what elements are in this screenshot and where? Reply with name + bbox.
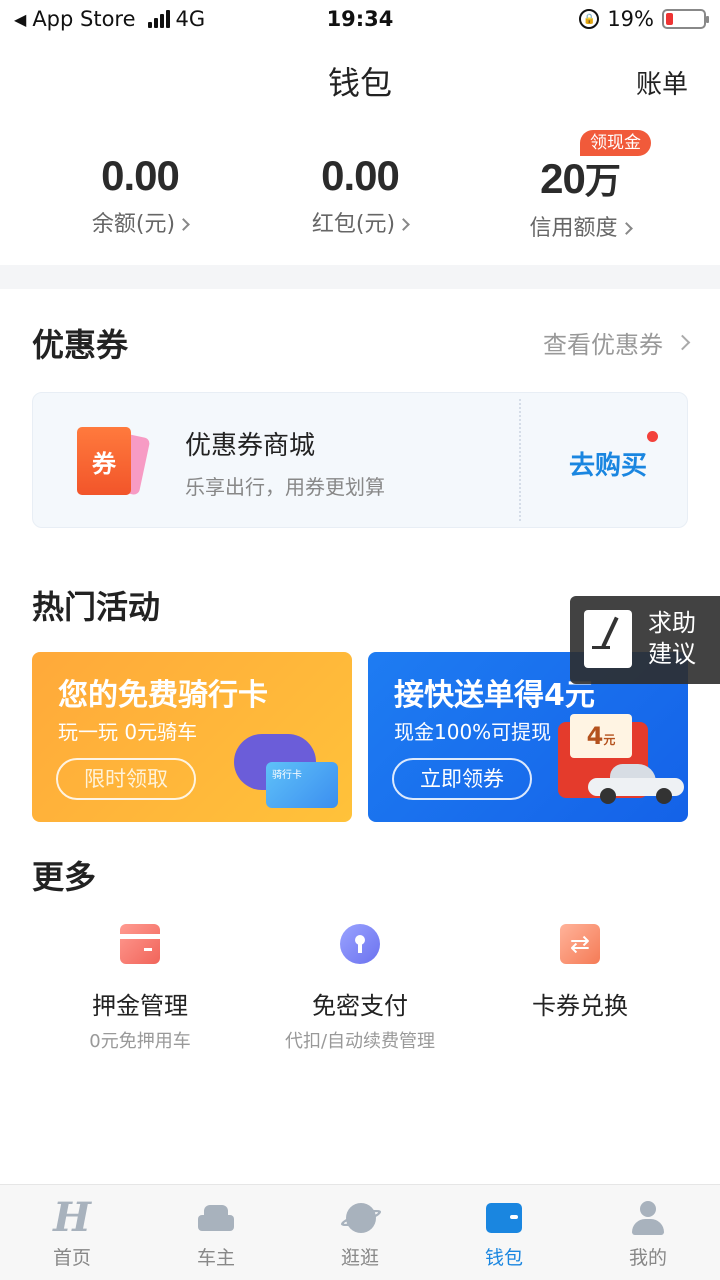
home-icon: H xyxy=(53,1194,91,1241)
tab-wallet[interactable]: 钱包 xyxy=(432,1199,576,1270)
help-feedback-button[interactable]: 求助 建议 xyxy=(570,596,720,684)
battery-icon xyxy=(662,9,709,29)
promo-title: 您的免费骑行卡 xyxy=(58,678,268,713)
feedback-pen-icon xyxy=(584,610,632,668)
deposit-card-icon xyxy=(120,924,160,964)
section-divider xyxy=(0,265,720,289)
credit-limit-item[interactable]: 20万 信用额度 xyxy=(460,152,700,242)
status-right: 🔒 19% xyxy=(579,7,709,31)
bill-link[interactable]: 账单 xyxy=(636,64,688,101)
coupons-section-title: 优惠券 xyxy=(32,326,129,364)
credit-limit-value: 20万 xyxy=(540,155,621,202)
battery-level xyxy=(666,13,673,25)
tab-label: 首页 xyxy=(52,1247,91,1269)
tab-car-owner[interactable]: 车主 xyxy=(144,1199,288,1270)
help-feedback-label: 求助 建议 xyxy=(648,609,696,668)
balance-label: 余额(元) xyxy=(20,206,260,238)
red-packet-item[interactable]: 0.00 红包(元) xyxy=(240,152,480,238)
promo-title: 接快送单得4元 xyxy=(394,678,595,713)
bottom-tab-bar: H 首页 车主 逛逛 钱包 我的 xyxy=(0,1184,720,1280)
coupon-mall-name: 优惠券商城 xyxy=(185,431,316,461)
password-free-pay-item[interactable]: 免密支付 代扣/自动续费管理 xyxy=(240,924,480,1053)
cash-amount-card: 4元 xyxy=(570,714,632,758)
chevron-right-icon xyxy=(177,218,190,231)
car-icon xyxy=(196,1199,236,1237)
coupon-mall-card[interactable]: 券 优惠券商城 乐享出行，用券更划算 去购买 xyxy=(32,392,688,528)
more-section-title: 更多 xyxy=(32,858,97,896)
tab-label: 逛逛 xyxy=(340,1247,379,1269)
coupon-mall-desc: 乐享出行，用券更划算 xyxy=(185,475,385,499)
chevron-right-icon xyxy=(397,218,410,231)
rotation-lock-icon: 🔒 xyxy=(579,9,600,29)
deposit-management-item[interactable]: 押金管理 0元免押用车 xyxy=(20,924,260,1053)
wallet-icon xyxy=(484,1199,524,1237)
balance-value: 0.00 xyxy=(101,152,180,199)
notification-dot xyxy=(647,431,658,442)
coupon-exchange-item[interactable]: 卡券兑换 xyxy=(460,924,700,1021)
more-item-label: 押金管理 xyxy=(92,992,188,1020)
tab-label: 车主 xyxy=(196,1247,235,1269)
more-item-label: 免密支付 xyxy=(312,992,408,1020)
dotted-separator xyxy=(519,399,521,521)
tab-profile[interactable]: 我的 xyxy=(576,1199,720,1270)
tab-label: 我的 xyxy=(628,1247,667,1269)
gamepad-illustration-icon: 骑行卡 xyxy=(232,722,342,812)
exchange-icon xyxy=(560,924,600,964)
tab-label: 钱包 xyxy=(484,1247,523,1269)
battery-percent: 19% xyxy=(607,7,654,31)
planet-icon xyxy=(339,1199,383,1237)
promo-subtitle: 玩一玩 0元骑车 xyxy=(58,720,198,744)
view-coupons-label: 查看优惠券 xyxy=(543,331,663,359)
more-item-sub: 代扣/自动续费管理 xyxy=(284,1031,436,1052)
free-ride-card-promo[interactable]: 您的免费骑行卡 玩一玩 0元骑车 限时领取 骑行卡 xyxy=(32,652,352,822)
view-coupons-link[interactable]: 查看优惠券 xyxy=(543,325,691,360)
promo-subtitle: 现金100%可提现 xyxy=(394,720,552,744)
get-cash-badge[interactable]: 领现金 xyxy=(580,130,651,156)
more-item-label: 卡券兑换 xyxy=(532,992,628,1020)
user-icon xyxy=(628,1199,668,1237)
car-illustration-icon xyxy=(588,764,684,804)
page-title: 钱包 xyxy=(327,64,392,102)
red-packet-value: 0.00 xyxy=(321,152,400,199)
keyhole-icon xyxy=(340,924,380,964)
chevron-right-icon xyxy=(674,334,691,351)
claim-now-button[interactable]: 限时领取 xyxy=(56,758,196,800)
more-item-sub: 0元免押用车 xyxy=(89,1031,191,1052)
tab-home[interactable]: H 首页 xyxy=(0,1194,144,1270)
tab-explore[interactable]: 逛逛 xyxy=(288,1199,432,1270)
balance-summary: 0.00 余额(元) 0.00 红包(元) 20万 信用额度 领现金 xyxy=(0,130,720,250)
get-coupon-button[interactable]: 立即领券 xyxy=(392,758,532,800)
chevron-right-icon xyxy=(619,222,633,235)
status-bar: ◀ App Store 4G 19:34 🔒 19% xyxy=(0,0,720,40)
buy-coupon-button[interactable]: 去购买 xyxy=(533,445,683,482)
credit-limit-label: 信用额度 xyxy=(460,210,700,242)
balance-item[interactable]: 0.00 余额(元) xyxy=(20,152,260,238)
red-packet-label: 红包(元) xyxy=(240,206,480,238)
activities-section-title: 热门活动 xyxy=(32,588,161,626)
coupon-ticket-icon: 券 xyxy=(77,425,151,499)
